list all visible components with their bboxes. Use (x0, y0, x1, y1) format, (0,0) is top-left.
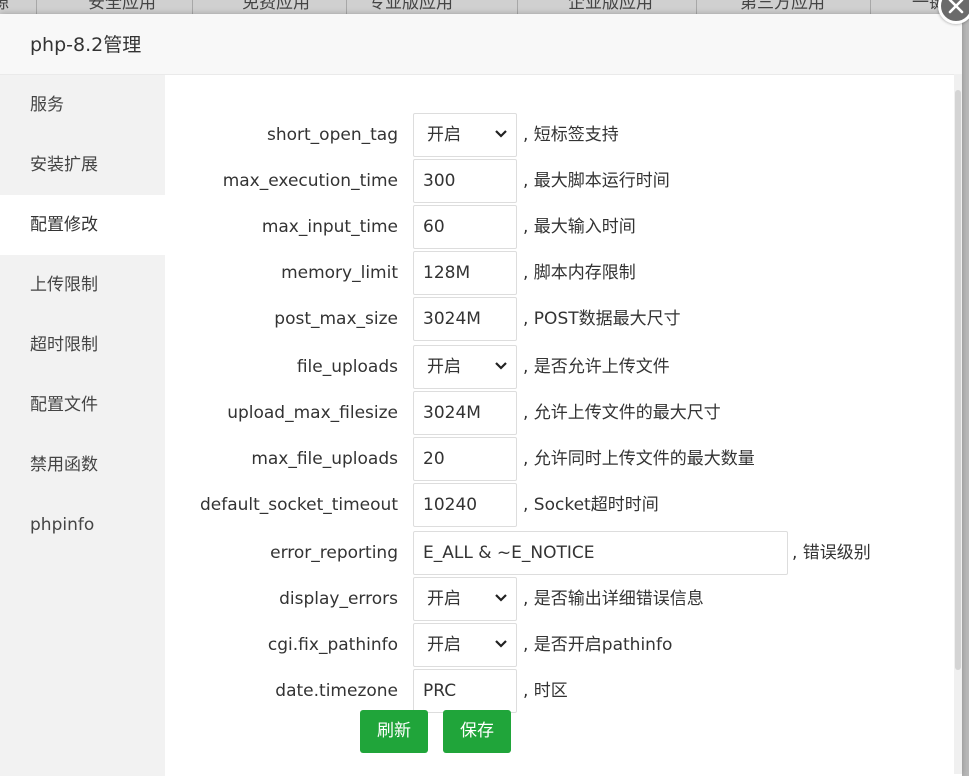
setting-label: short_open_tag (267, 125, 398, 145)
setting-row: memory_limit 128M , 脚本内存限制 (165, 251, 945, 295)
setting-input[interactable]: 3024M (413, 297, 517, 341)
setting-select[interactable]: 开启 (413, 623, 517, 667)
setting-select[interactable]: 开启 (413, 577, 517, 621)
refresh-button[interactable]: 刷新 (360, 710, 428, 753)
setting-row: upload_max_filesize 3024M , 允许上传文件的最大尺寸 (165, 391, 945, 435)
setting-description: , Socket超时时间 (523, 495, 659, 515)
setting-label: post_max_size (274, 309, 398, 329)
setting-input[interactable]: PRC (413, 669, 517, 713)
setting-row: short_open_tag 开启 , 短标签支持 (165, 113, 945, 157)
background-tab: 第三方应用 (740, 0, 825, 13)
setting-select[interactable]: 开启 (413, 113, 517, 157)
setting-input[interactable]: 128M (413, 251, 517, 295)
setting-row: error_reporting E_ALL & ~E_NOTICE, 错误级别 (165, 531, 945, 575)
setting-row: default_socket_timeout 10240 , Socket超时时间 (165, 483, 945, 527)
sidebar-item[interactable]: 超时限制 (0, 315, 165, 375)
setting-description: , 允许同时上传文件的最大数量 (523, 449, 755, 469)
select-value: 开启 (427, 125, 461, 145)
setting-label: file_uploads (296, 357, 398, 377)
sidebar-item[interactable]: 配置修改 (0, 195, 165, 255)
setting-row: max_input_time 60 , 最大输入时间 (165, 205, 945, 249)
setting-input[interactable]: 60 (413, 205, 517, 249)
background-tab-strip: 源 安全应用 免费应用 专业版应用 企业版应用 第三方应用 一键 (0, 0, 969, 14)
setting-label: max_execution_time (222, 171, 398, 191)
setting-row: post_max_size 3024M , POST数据最大尺寸 (165, 297, 945, 341)
setting-description: , 脚本内存限制 (523, 263, 636, 283)
background-tab: 安全应用 (88, 0, 156, 13)
chevron-down-icon (495, 130, 507, 138)
setting-row: cgi.fix_pathinfo 开启 , 是否开启pathinfo (165, 623, 945, 667)
dialog-header: php-8.2管理 (0, 14, 962, 75)
setting-description: , 是否允许上传文件 (523, 357, 670, 377)
php-manage-dialog: php-8.2管理 服务 安装扩展 配置修改 上传限制 超时限制 配置文件 禁用函数 phpi… (0, 14, 962, 776)
setting-input[interactable]: E_ALL & ~E_NOTICE (413, 531, 788, 575)
setting-description: , 允许上传文件的最大尺寸 (523, 403, 721, 423)
background-tab: 企业版应用 (568, 0, 653, 13)
setting-label: error_reporting (270, 543, 398, 563)
config-form: short_open_tag 开启 , 短标签支持 max_execution_tim… (165, 75, 945, 776)
setting-label: upload_max_filesize (227, 403, 398, 423)
setting-row: date.timezone PRC , 时区 (165, 669, 945, 713)
background-tab: 专业版应用 (368, 0, 453, 13)
setting-label: cgi.fix_pathinfo (267, 635, 398, 655)
save-button[interactable]: 保存 (443, 710, 511, 753)
setting-description: , 最大输入时间 (523, 217, 636, 237)
setting-label: display_errors (279, 589, 398, 609)
sidebar-item[interactable]: 服务 (0, 75, 165, 135)
setting-input[interactable]: 10240 (413, 483, 517, 527)
chevron-down-icon (495, 640, 507, 648)
setting-input[interactable]: 20 (413, 437, 517, 481)
setting-row: display_errors 开启 , 是否输出详细错误信息 (165, 577, 945, 621)
setting-description: , 时区 (523, 681, 568, 701)
sidebar-item[interactable]: phpinfo (0, 495, 165, 555)
setting-label: memory_limit (281, 263, 398, 283)
setting-description: , POST数据最大尺寸 (523, 309, 681, 329)
setting-select[interactable]: 开启 (413, 345, 517, 389)
sidebar: 服务 安装扩展 配置修改 上传限制 超时限制 配置文件 禁用函数 phpinfo (0, 75, 165, 776)
background-tab: 免费应用 (242, 0, 310, 13)
chevron-down-icon (495, 362, 507, 370)
select-value: 开启 (427, 589, 461, 609)
close-icon (948, 0, 964, 14)
setting-label: max_input_time (261, 217, 398, 237)
background-tab: 源 (0, 0, 9, 13)
dialog-title: php-8.2管理 (30, 34, 142, 56)
setting-description: , 最大脚本运行时间 (523, 171, 670, 191)
setting-description: , 是否开启pathinfo (523, 635, 673, 655)
setting-description: , 是否输出详细错误信息 (523, 589, 704, 609)
setting-row: max_file_uploads 20 , 允许同时上传文件的最大数量 (165, 437, 945, 481)
sidebar-item[interactable]: 上传限制 (0, 255, 165, 315)
sidebar-item[interactable]: 禁用函数 (0, 435, 165, 495)
setting-label: default_socket_timeout (199, 495, 398, 515)
sidebar-item[interactable]: 安装扩展 (0, 135, 165, 195)
scrollbar-thumb[interactable] (955, 90, 961, 670)
setting-input[interactable]: 300 (413, 159, 517, 203)
select-value: 开启 (427, 635, 461, 655)
chevron-down-icon (495, 594, 507, 602)
setting-label: max_file_uploads (251, 449, 398, 469)
setting-row: max_execution_time 300 , 最大脚本运行时间 (165, 159, 945, 203)
setting-row: file_uploads 开启 , 是否允许上传文件 (165, 345, 945, 389)
select-value: 开启 (427, 357, 461, 377)
setting-input[interactable]: 3024M (413, 391, 517, 435)
sidebar-item[interactable]: 配置文件 (0, 375, 165, 435)
setting-label: date.timezone (275, 681, 398, 701)
setting-description: , 错误级别 (792, 543, 871, 563)
setting-description: , 短标签支持 (523, 125, 619, 145)
